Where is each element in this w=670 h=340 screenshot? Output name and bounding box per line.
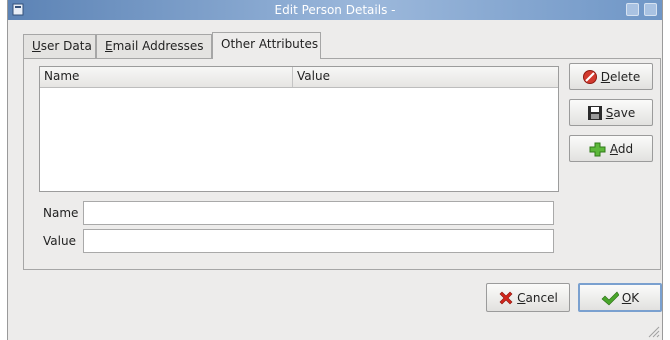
button-label: K: [631, 290, 640, 305]
tab-other-attributes[interactable]: Other Attributes: [212, 32, 321, 59]
window-title: Edit Person Details -: [274, 3, 396, 17]
delete-icon: [582, 69, 597, 84]
value-label: Value: [43, 234, 76, 248]
table-header: Name Value: [40, 67, 558, 88]
dialog-window: Edit Person Details - User Data Email Ad…: [7, 0, 663, 340]
ok-icon: [601, 291, 619, 305]
title-bar[interactable]: Edit Person Details -: [8, 0, 662, 20]
button-mnemonic: O: [621, 290, 632, 305]
button-label: elete: [610, 69, 641, 84]
ok-button[interactable]: OK: [578, 283, 662, 312]
button-mnemonic: D: [600, 69, 611, 84]
name-label: Name: [43, 206, 79, 220]
tab-email-addresses[interactable]: Email Addresses: [96, 34, 212, 58]
tab-label: Other Attributes: [221, 37, 319, 51]
resize-grip-icon[interactable]: [648, 326, 660, 338]
tab-panel: Name Value Delete Save Add Name Value: [23, 58, 661, 270]
column-header-name[interactable]: Name: [40, 67, 293, 87]
column-header-value[interactable]: Value: [293, 67, 558, 87]
delete-button[interactable]: Delete: [569, 63, 653, 90]
cancel-button[interactable]: Cancel: [486, 283, 570, 312]
tab-label: mail Addresses: [112, 39, 204, 53]
button-label: ave: [613, 105, 636, 120]
save-icon: [587, 105, 602, 120]
button-label: ancel: [525, 290, 558, 305]
close-button[interactable]: [644, 3, 657, 16]
button-mnemonic: C: [517, 290, 526, 305]
cancel-icon: [499, 291, 513, 304]
add-icon: [589, 142, 606, 156]
tab-mnemonic: U: [32, 39, 41, 53]
button-mnemonic: A: [609, 141, 618, 156]
save-button[interactable]: Save: [569, 99, 653, 126]
value-field[interactable]: [83, 229, 554, 253]
button-label: dd: [617, 141, 634, 156]
tab-label: ser Data: [40, 39, 92, 53]
name-field[interactable]: [83, 201, 554, 225]
tab-user-data[interactable]: User Data: [23, 34, 96, 58]
add-button[interactable]: Add: [569, 135, 653, 162]
attributes-table[interactable]: Name Value: [39, 66, 559, 192]
maximize-button[interactable]: [626, 3, 639, 16]
tab-mnemonic: E: [105, 39, 113, 53]
